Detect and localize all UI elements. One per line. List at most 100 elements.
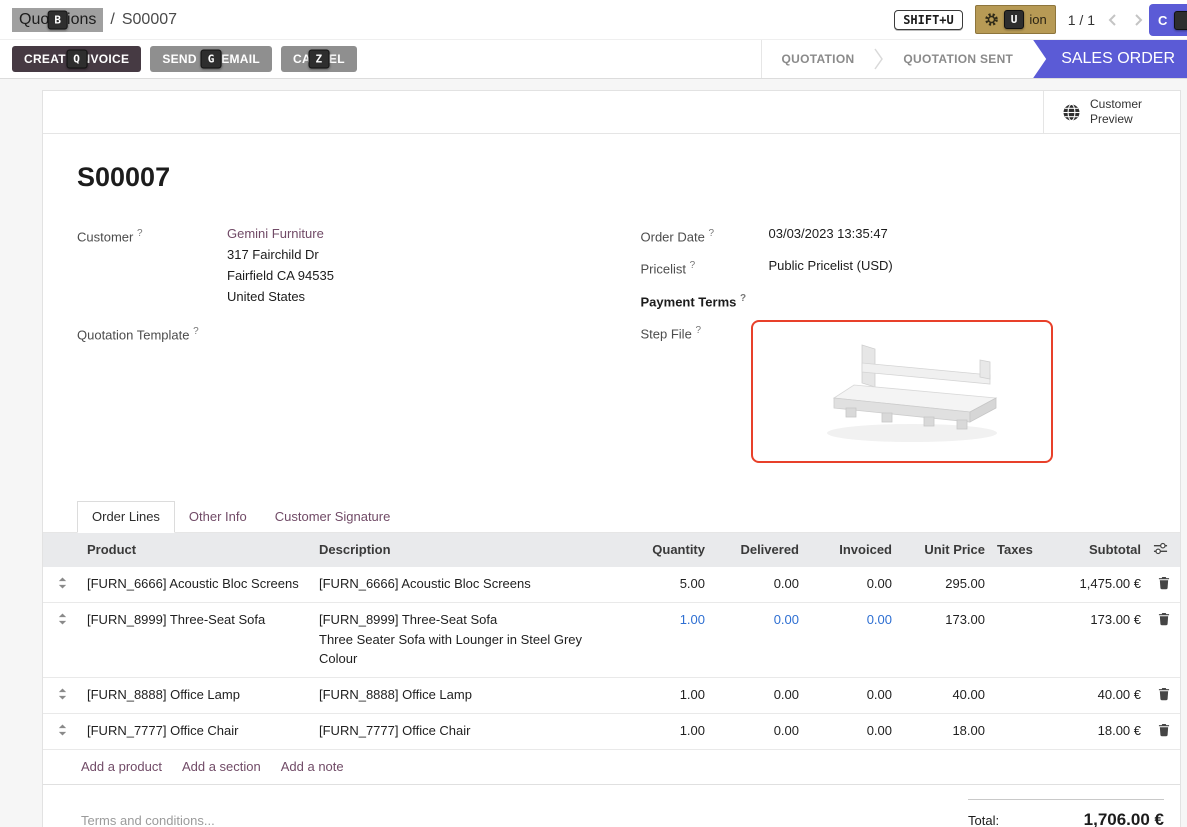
- total-label: Total:: [968, 813, 999, 827]
- cell-delivered[interactable]: 0.00: [711, 602, 805, 677]
- cell-unit-price[interactable]: 40.00: [898, 677, 991, 713]
- pager-next-button[interactable]: [1129, 11, 1147, 29]
- cell-delivered[interactable]: 0.00: [711, 677, 805, 713]
- statusbar: QUOTATION QUOTATION SENT SALES ORDER: [761, 40, 1187, 78]
- table-row[interactable]: [FURN_8999] Three-Seat Sofa [FURN_8999] …: [43, 602, 1180, 677]
- invoiced-column-header[interactable]: Invoiced: [805, 533, 898, 567]
- customer-address-line2: Fairfield CA 94535: [227, 265, 334, 286]
- unit-price-column-header[interactable]: Unit Price: [898, 533, 991, 567]
- shortcut-keycap: SHIFT+U: [894, 10, 963, 30]
- delete-row-button[interactable]: [1147, 602, 1180, 677]
- drag-handle[interactable]: [43, 677, 81, 713]
- preview-line2: Preview: [1090, 112, 1133, 126]
- customer-preview-button[interactable]: Customer Preview: [1043, 91, 1180, 133]
- cell-delivered[interactable]: 0.00: [711, 713, 805, 749]
- order-date-value[interactable]: 03/03/2023 13:35:47: [769, 223, 888, 247]
- cancel-button[interactable]: CANCEL Z: [281, 46, 357, 72]
- cell-unit-price[interactable]: 295.00: [898, 567, 991, 603]
- customer-link[interactable]: Gemini Furniture: [227, 226, 324, 241]
- tab-other-info[interactable]: Other Info: [175, 502, 261, 532]
- sheet-header: Customer Preview: [43, 91, 1180, 134]
- tab-customer-signature[interactable]: Customer Signature: [261, 502, 405, 532]
- tab-order-lines[interactable]: Order Lines: [77, 501, 175, 533]
- add-product-link[interactable]: Add a product: [81, 759, 162, 774]
- breadcrumb-quotations[interactable]: Quotations B: [12, 8, 103, 32]
- cell-unit-price[interactable]: 18.00: [898, 713, 991, 749]
- cell-taxes[interactable]: [991, 677, 1037, 713]
- record-pager: 1 / 1: [1068, 11, 1147, 29]
- optional-columns-header[interactable]: [1147, 533, 1180, 567]
- cell-invoiced[interactable]: 0.00: [805, 713, 898, 749]
- cell-invoiced[interactable]: 0.00: [805, 567, 898, 603]
- cell-description[interactable]: [FURN_7777] Office Chair: [313, 713, 627, 749]
- delete-row-button[interactable]: [1147, 713, 1180, 749]
- subtotal-column-header[interactable]: Subtotal: [1037, 533, 1147, 567]
- chevron-left-icon: [1108, 13, 1117, 27]
- product-column-header[interactable]: Product: [81, 533, 313, 567]
- cell-quantity[interactable]: 5.00: [627, 567, 711, 603]
- preview-line1: Customer: [1090, 97, 1142, 111]
- handle-column-header: [43, 533, 81, 567]
- create-invoice-button[interactable]: CREATE INVOICE Q: [12, 46, 141, 72]
- quantity-column-header[interactable]: Quantity: [627, 533, 711, 567]
- help-icon: ?: [708, 228, 714, 239]
- delete-row-button[interactable]: [1147, 567, 1180, 603]
- cell-product[interactable]: [FURN_8999] Three-Seat Sofa: [81, 602, 313, 677]
- cell-taxes[interactable]: [991, 713, 1037, 749]
- table-row[interactable]: [FURN_8888] Office Lamp [FURN_8888] Offi…: [43, 677, 1180, 713]
- cell-delivered[interactable]: 0.00: [711, 567, 805, 603]
- breadcrumb: Quotations B / S00007: [12, 8, 177, 32]
- cell-description[interactable]: [FURN_6666] Acoustic Bloc Screens: [313, 567, 627, 603]
- column-settings-icon: [1153, 541, 1168, 556]
- breadcrumb-bar: Quotations B / S00007 SHIFT+U U ion 1 / …: [0, 0, 1187, 40]
- send-email-button[interactable]: SEND BY EMAIL G: [150, 46, 272, 72]
- description-line2: Three Seater Sofa with Lounger in Steel …: [319, 630, 621, 668]
- sheet-bottom-row: Terms and conditions... Total: 1,706.00 …: [43, 785, 1180, 827]
- cell-product[interactable]: [FURN_7777] Office Chair: [81, 713, 313, 749]
- description-column-header[interactable]: Description: [313, 533, 627, 567]
- table-footer-links: Add a product Add a section Add a note: [43, 750, 1180, 785]
- customer-label: Customer ?: [77, 223, 227, 307]
- cell-product[interactable]: [FURN_6666] Acoustic Bloc Screens: [81, 567, 313, 603]
- table-row[interactable]: [FURN_7777] Office Chair [FURN_7777] Off…: [43, 713, 1180, 749]
- pager-previous-button[interactable]: [1103, 11, 1121, 29]
- cell-product[interactable]: [FURN_8888] Office Lamp: [81, 677, 313, 713]
- field-customer: Customer ? Gemini Furniture 317 Fairchil…: [77, 223, 599, 307]
- quotation-template-label: Quotation Template ?: [77, 321, 227, 345]
- notebook-tabs: Order Lines Other Info Customer Signatur…: [43, 501, 1180, 533]
- drag-handle[interactable]: [43, 602, 81, 677]
- cell-unit-price[interactable]: 173.00: [898, 602, 991, 677]
- step-file-preview[interactable]: [751, 320, 1053, 463]
- delete-row-button[interactable]: [1147, 677, 1180, 713]
- cell-invoiced[interactable]: 0.00: [805, 677, 898, 713]
- cell-quantity[interactable]: 1.00: [627, 713, 711, 749]
- form-sheet: Customer Preview S00007 Customer ? Gemi: [42, 90, 1181, 827]
- drag-handle-icon: [57, 687, 68, 701]
- cell-description[interactable]: [FURN_8999] Three-Seat Sofa Three Seater…: [313, 602, 627, 677]
- cell-quantity[interactable]: 1.00: [627, 602, 711, 677]
- drag-handle[interactable]: [43, 713, 81, 749]
- terms-placeholder-input[interactable]: Terms and conditions...: [81, 813, 215, 827]
- table-row[interactable]: [FURN_6666] Acoustic Bloc Screens [FURN_…: [43, 567, 1180, 603]
- pricelist-value[interactable]: Public Pricelist (USD): [769, 255, 893, 279]
- drag-handle[interactable]: [43, 567, 81, 603]
- pricelist-label: Pricelist ?: [641, 255, 769, 279]
- add-note-link[interactable]: Add a note: [281, 759, 344, 774]
- cell-taxes[interactable]: [991, 602, 1037, 677]
- delivered-column-header[interactable]: Delivered: [711, 533, 805, 567]
- hint-badge-create-invoice: Q: [66, 50, 87, 69]
- taxes-column-header[interactable]: Taxes: [991, 533, 1037, 567]
- corner-clipped-button[interactable]: C: [1149, 4, 1187, 36]
- stage-quotation[interactable]: QUOTATION: [762, 52, 875, 66]
- cell-invoiced[interactable]: 0.00: [805, 602, 898, 677]
- cell-description[interactable]: [FURN_8888] Office Lamp: [313, 677, 627, 713]
- control-panel-bar: CREATE INVOICE Q SEND BY EMAIL G CANCEL …: [0, 40, 1187, 79]
- add-section-link[interactable]: Add a section: [182, 759, 261, 774]
- cell-taxes[interactable]: [991, 567, 1037, 603]
- cell-quantity[interactable]: 1.00: [627, 677, 711, 713]
- stage-sales-order-active[interactable]: SALES ORDER: [1033, 40, 1187, 78]
- drag-handle-icon: [57, 576, 68, 590]
- stage-quotation-sent[interactable]: QUOTATION SENT: [883, 52, 1033, 66]
- action-menu-label: ion: [1029, 12, 1046, 27]
- action-menu-button[interactable]: U ion: [975, 5, 1056, 34]
